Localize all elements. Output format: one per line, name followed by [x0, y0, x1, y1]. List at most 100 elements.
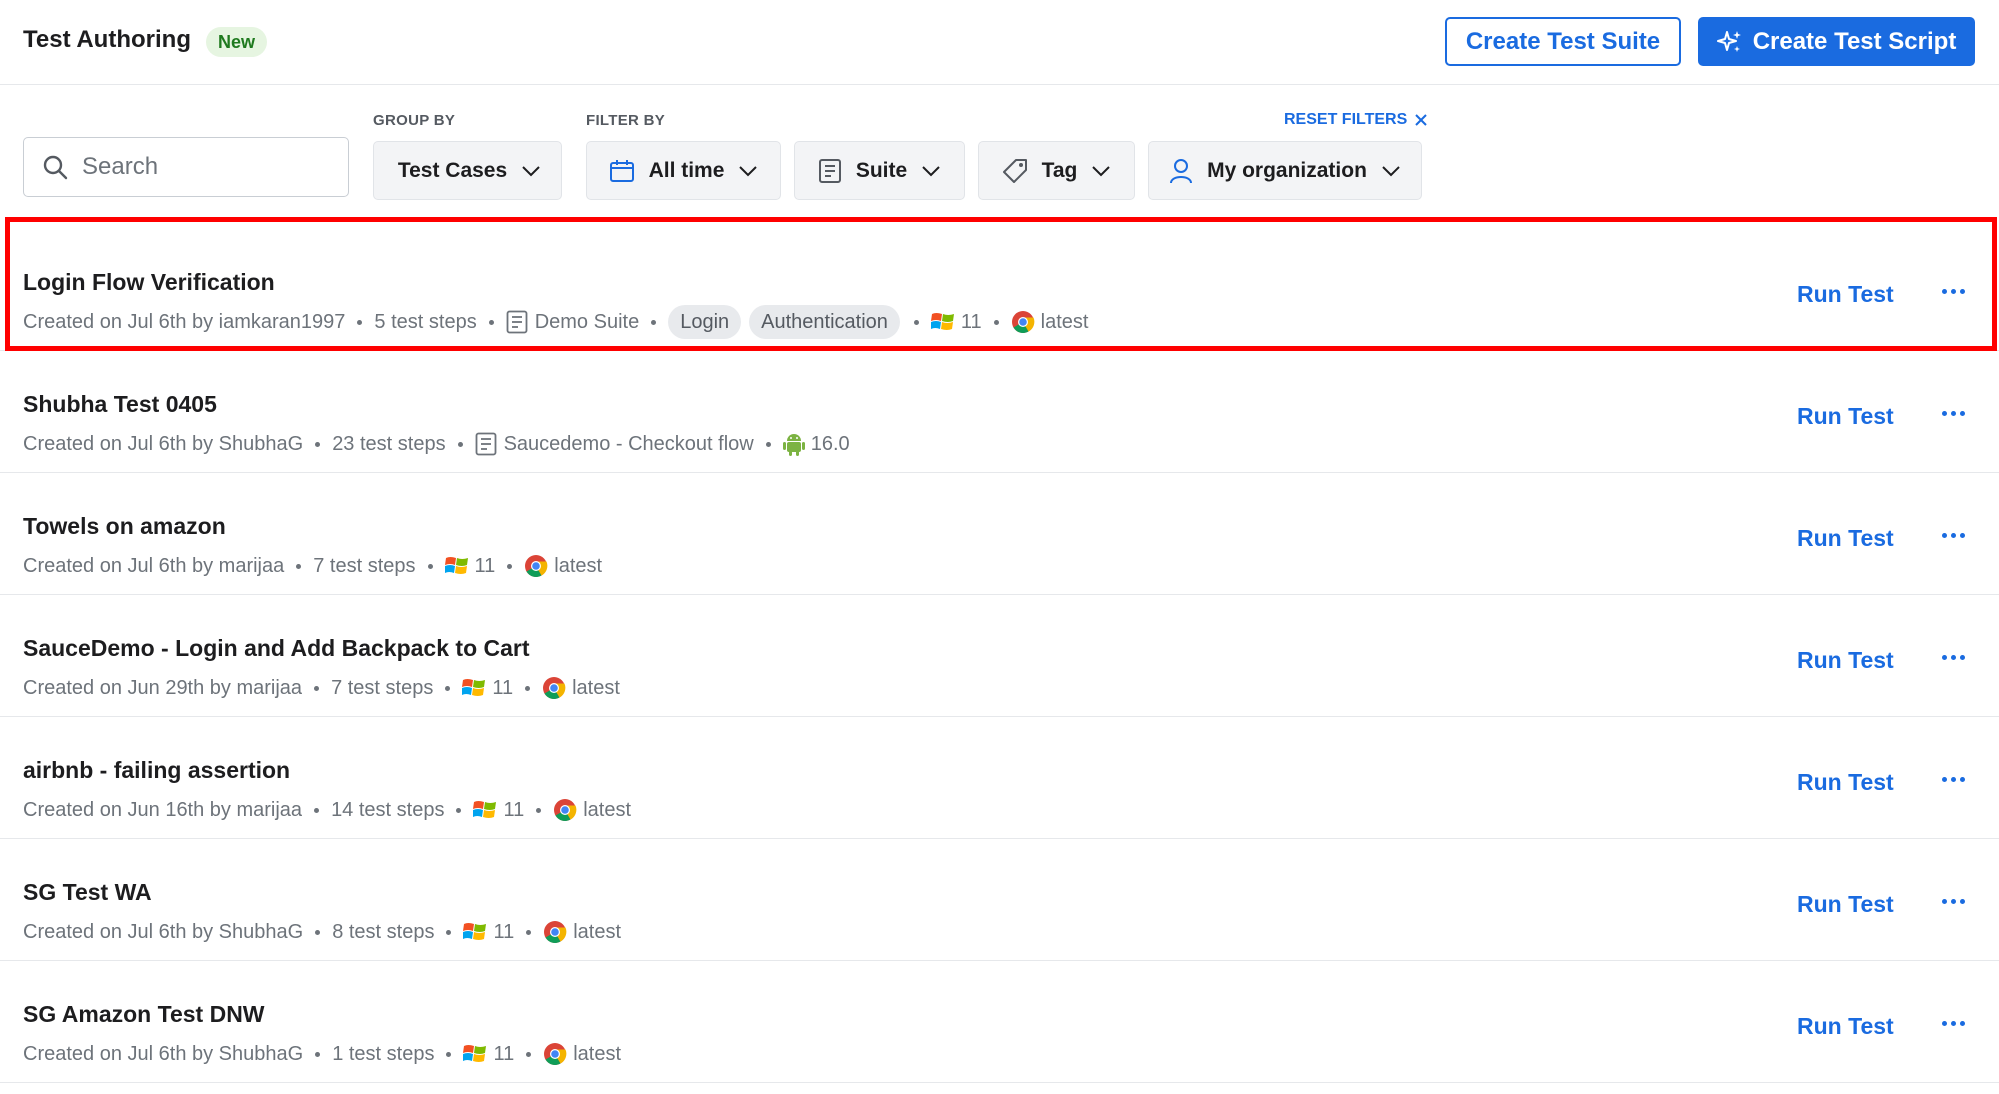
suite-filter-value: Suite [855, 158, 908, 182]
suite-icon [475, 432, 497, 456]
organization-filter-value: My organization [1207, 158, 1367, 182]
separator-dot [315, 1051, 321, 1057]
separator-dot [525, 685, 531, 691]
browser-version: latest [573, 920, 622, 943]
separator-dot [296, 563, 302, 569]
more-dot [1942, 533, 1947, 538]
more-options-button[interactable] [1938, 773, 1969, 786]
separator-dot [993, 319, 999, 325]
tag-filter-value: Tag [1041, 158, 1078, 182]
run-test-button[interactable]: Run Test [1797, 891, 1894, 918]
more-dot [1960, 655, 1965, 660]
run-test-button[interactable]: Run Test [1797, 647, 1894, 674]
run-test-button[interactable]: Run Test [1797, 403, 1894, 430]
more-dot [1960, 1021, 1965, 1026]
created-info: Created on Jul 6th by ShubhaG [23, 920, 304, 943]
separator-dot [507, 563, 513, 569]
more-options-button[interactable] [1938, 1017, 1969, 1030]
run-test-button[interactable]: Run Test [1797, 1013, 1894, 1040]
table-row[interactable]: Login Flow Verification Created on Jul 6t… [0, 229, 1999, 351]
search-icon [43, 155, 68, 180]
separator-dot [357, 319, 363, 325]
tag-chip[interactable]: Login [668, 305, 742, 339]
reset-filters-button[interactable]: RESET FILTERS [1284, 111, 1429, 129]
more-dot [1960, 289, 1965, 294]
reset-filters-label: RESET FILTERS [1284, 111, 1408, 128]
create-test-script-label: Create Test Script [1752, 27, 1957, 55]
separator-dot [765, 441, 771, 447]
separator-dot [457, 441, 463, 447]
test-title[interactable]: airbnb - failing assertion [23, 757, 290, 784]
test-title[interactable]: Shubha Test 0405 [23, 391, 217, 418]
group-by-label: GROUP BY [373, 112, 456, 129]
more-dot [1942, 289, 1947, 294]
group-by-value: Test Cases [397, 158, 508, 182]
more-dot [1960, 777, 1965, 782]
more-options-button[interactable] [1938, 895, 1969, 908]
test-title[interactable]: Towels on amazon [23, 513, 226, 540]
tag-chip[interactable]: Authentication [749, 305, 900, 339]
more-dot [1942, 899, 1947, 904]
more-dot [1951, 1021, 1956, 1026]
page-header: Test Authoring New Create Test Suite Cre… [0, 0, 1999, 85]
more-options-button[interactable] [1938, 407, 1969, 420]
separator-dot [651, 319, 657, 325]
chrome-icon [542, 676, 566, 700]
search-input[interactable] [82, 153, 332, 181]
separator-dot [536, 807, 542, 813]
organization-filter-dropdown[interactable]: My organization [1148, 141, 1422, 200]
more-options-button[interactable] [1938, 529, 1969, 542]
more-dot [1951, 411, 1956, 416]
table-row[interactable]: SG Test WA Created on Jul 6th by ShubhaG 8… [0, 839, 1999, 961]
suite-icon [506, 310, 528, 334]
group-by-dropdown[interactable]: Test Cases [373, 141, 562, 200]
time-filter-dropdown[interactable]: All time [586, 141, 781, 200]
filter-by-label: FILTER BY [586, 112, 666, 129]
chevron-down-icon [739, 165, 758, 176]
windows-icon [930, 311, 955, 333]
run-test-button[interactable]: Run Test [1797, 281, 1894, 308]
more-options-button[interactable] [1938, 651, 1969, 664]
run-test-button[interactable]: Run Test [1797, 769, 1894, 796]
more-dot [1951, 533, 1956, 538]
create-test-suite-button[interactable]: Create Test Suite [1445, 17, 1681, 66]
suite-filter-dropdown[interactable]: Suite [794, 141, 965, 200]
table-row[interactable]: SauceDemo - Login and Add Backpack to Ca… [0, 595, 1999, 717]
test-title[interactable]: SauceDemo - Login and Add Backpack to Ca… [23, 635, 530, 662]
table-row[interactable]: Towels on amazon Created on Jul 6th by ma… [0, 473, 1999, 595]
browser-version: latest [572, 676, 620, 699]
step-count: 5 test steps [374, 310, 477, 333]
more-options-button[interactable] [1938, 285, 1969, 298]
created-info: Created on Jul 6th by iamkaran1997 [23, 310, 346, 333]
search-box[interactable] [23, 137, 349, 197]
os-version: 11 [493, 1042, 515, 1065]
run-test-button[interactable]: Run Test [1797, 525, 1894, 552]
test-title[interactable]: SG Amazon Test DNW [23, 1001, 265, 1028]
create-test-script-button[interactable]: Create Test Script [1698, 17, 1975, 66]
separator-dot [445, 685, 451, 691]
more-dot [1951, 655, 1956, 660]
more-dot [1960, 899, 1965, 904]
created-info: Created on Jul 6th by ShubhaG [23, 1042, 304, 1065]
table-row[interactable]: airbnb - failing assertion Created on Jun… [0, 717, 1999, 839]
test-meta: Created on Jul 6th by ShubhaG 8 test step… [23, 915, 621, 949]
more-dot [1942, 411, 1947, 416]
test-meta: Created on Jul 6th by iamkaran1997 5 test… [23, 305, 1088, 339]
separator-dot [456, 807, 462, 813]
separator-dot [315, 441, 321, 447]
tag-filter-dropdown[interactable]: Tag [978, 141, 1135, 200]
table-row[interactable]: Shubha Test 0405 Created on Jul 6th by Sh… [0, 351, 1999, 473]
created-info: Created on Jul 6th by ShubhaG [23, 432, 304, 455]
chevron-down-icon [1382, 165, 1400, 176]
browser-version: latest [583, 798, 632, 821]
more-dot [1942, 777, 1947, 782]
test-title[interactable]: SG Test WA [23, 879, 152, 906]
test-meta: Created on Jul 6th by marijaa 7 test step… [23, 549, 602, 583]
user-icon [1170, 158, 1193, 183]
test-meta: Created on Jul 6th by ShubhaG 23 test ste… [23, 427, 850, 461]
table-row[interactable]: SG Amazon Test DNW Created on Jul 6th by … [0, 961, 1999, 1083]
step-count: 1 test steps [332, 1042, 435, 1065]
windows-icon [462, 677, 486, 699]
test-title[interactable]: Login Flow Verification [23, 269, 275, 296]
close-icon [1415, 114, 1427, 126]
